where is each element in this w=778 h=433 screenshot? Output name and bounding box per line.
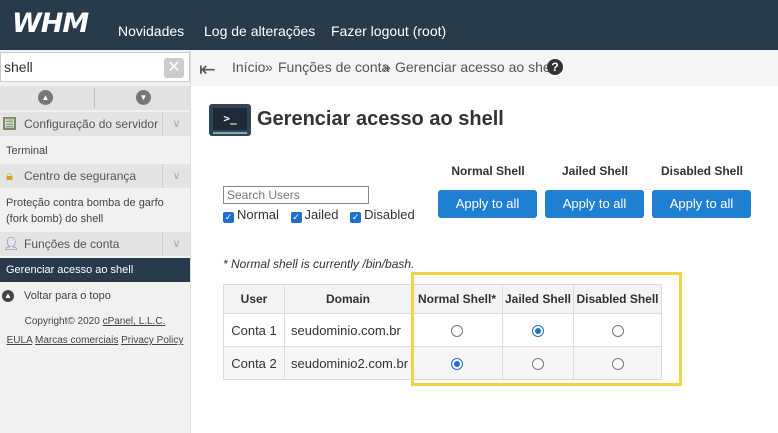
disabled-shell-radio[interactable]	[611, 325, 624, 338]
trademarks-link[interactable]: Marcas comerciais	[35, 335, 118, 346]
domain-cell: seudominio2.com.br	[284, 346, 412, 380]
jailed-shell-header: Jailed Shell	[561, 164, 629, 178]
filter-jailed-checkbox[interactable]: ✓	[290, 212, 302, 223]
sidebar-item-manage-shell[interactable]: Gerenciar acesso ao shell	[0, 258, 190, 282]
disabled-shell-radio[interactable]	[611, 358, 624, 371]
expand-all-button[interactable]: ▲	[0, 86, 94, 110]
lock-icon: 🔒︎	[6, 168, 13, 183]
arrow-up-icon: ▲	[2, 290, 14, 302]
category-server-config[interactable]: ▤ Configuração do servidor ∨	[0, 112, 190, 136]
breadcrumb-current: Gerenciar acesso ao shell	[395, 59, 557, 75]
terminal-icon: >_	[209, 104, 251, 136]
sidebar-search: ✕	[0, 52, 190, 82]
clear-search-icon[interactable]: ✕	[164, 58, 184, 78]
back-to-top-link[interactable]: ▲ Voltar para o topo	[0, 286, 190, 306]
sidebar-search-input[interactable]	[4, 57, 154, 77]
apply-disabled-all-button[interactable]: Apply to all	[652, 190, 751, 218]
nav-news[interactable]: Novidades	[118, 0, 184, 50]
page-title: Gerenciar acesso ao shell	[257, 108, 504, 130]
chevron-down-icon[interactable]: ∨	[162, 232, 190, 256]
sidebar-item-terminal[interactable]: Terminal	[6, 143, 186, 159]
column-header-domain: Domain	[284, 284, 412, 314]
breadcrumb-separator: »	[265, 59, 273, 75]
user-icon: 👤︎	[3, 236, 20, 251]
privacy-policy-link[interactable]: Privacy Policy	[121, 335, 183, 346]
terminal-prompt: >_	[213, 108, 247, 130]
user-cell: Conta 2	[223, 346, 285, 380]
chevron-down-icon[interactable]: ∨	[162, 164, 190, 188]
whm-logo[interactable]: WHM	[12, 8, 89, 39]
normal-shell-radio[interactable]	[451, 325, 463, 338]
filter-disabled-label: Disabled	[364, 207, 415, 222]
column-header-user: User	[223, 284, 285, 314]
jailed-shell-radio[interactable]	[532, 358, 544, 371]
copyright: Copyright© 2020 cPanel, L.L.C.	[0, 316, 190, 327]
sidebar-item-label: Gerenciar acesso ao shell	[6, 264, 134, 276]
chevron-down-icon: ▼	[136, 90, 151, 105]
filter-disabled-checkbox[interactable]: ✓	[350, 212, 362, 223]
users-table: User Domain Normal Shell* Jailed Shell D…	[223, 284, 662, 380]
footer-links: EULA Marcas comerciais Privacy Policy	[0, 335, 190, 346]
column-header-normal-shell: Normal Shell*	[411, 284, 503, 314]
table-row: Conta 1 seudominio.com.br	[223, 313, 662, 347]
filter-jailed-label: Jailed	[304, 207, 339, 222]
sidebar-item-fork-bomb[interactable]: Proteção contra bomba de garfo (fork bom…	[6, 195, 186, 227]
user-cell: Conta 1	[223, 313, 285, 347]
disabled-shell-header: Disabled Shell	[660, 164, 744, 178]
column-header-jailed-shell: Jailed Shell	[502, 284, 574, 314]
category-security-center[interactable]: 🔒︎ Centro de segurança ∨	[0, 164, 190, 188]
chevron-down-icon[interactable]: ∨	[162, 112, 190, 136]
shell-filters: ✓ Normal ✓ Jailed ✓ Disabled	[223, 207, 423, 223]
menu-toggle-icon[interactable]: ⇤	[199, 57, 216, 82]
search-users-input[interactable]	[223, 186, 369, 204]
nav-changelog[interactable]: Log de alterações	[204, 0, 315, 50]
jailed-shell-radio[interactable]	[532, 325, 544, 338]
filter-normal-checkbox[interactable]: ✓	[223, 212, 234, 223]
category-account-functions[interactable]: 👤︎ Funções de conta ∨	[0, 232, 190, 256]
expand-collapse-bar: ▲ ▼	[0, 86, 190, 110]
apply-jailed-all-button[interactable]: Apply to all	[545, 190, 644, 218]
back-to-top-label: Voltar para o topo	[24, 290, 111, 302]
domain-cell: seudominio.com.br	[284, 313, 412, 347]
category-label: Centro de segurança	[24, 169, 137, 183]
terminal-base	[213, 132, 247, 134]
filter-normal-label: Normal	[237, 207, 279, 222]
nav-logout[interactable]: Fazer logout (root)	[331, 0, 446, 50]
category-label: Funções de conta	[24, 237, 120, 251]
apply-normal-all-button[interactable]: Apply to all	[438, 190, 537, 218]
normal-shell-note: * Normal shell is currently /bin/bash.	[223, 257, 415, 271]
table-header-row: User Domain Normal Shell* Jailed Shell D…	[223, 284, 662, 314]
column-header-disabled-shell: Disabled Shell	[573, 284, 662, 314]
server-icon: ▤	[3, 117, 16, 130]
cpanel-link[interactable]: cPanel, L.L.C.	[103, 316, 166, 327]
table-row: Conta 2 seudominio2.com.br	[223, 346, 662, 380]
help-icon[interactable]: ?	[547, 59, 563, 75]
copyright-text: Copyright© 2020	[24, 316, 100, 327]
normal-shell-radio[interactable]	[451, 358, 463, 371]
category-label: Configuração do servidor	[24, 117, 159, 131]
normal-shell-header: Normal Shell	[451, 164, 525, 178]
breadcrumb-home[interactable]: Início	[232, 59, 265, 75]
breadcrumb-separator: »	[383, 59, 391, 75]
breadcrumb-section[interactable]: Funções de conta	[278, 59, 389, 75]
chevron-up-icon: ▲	[38, 90, 53, 105]
collapse-all-button[interactable]: ▼	[95, 86, 189, 110]
eula-link[interactable]: EULA	[7, 335, 33, 346]
